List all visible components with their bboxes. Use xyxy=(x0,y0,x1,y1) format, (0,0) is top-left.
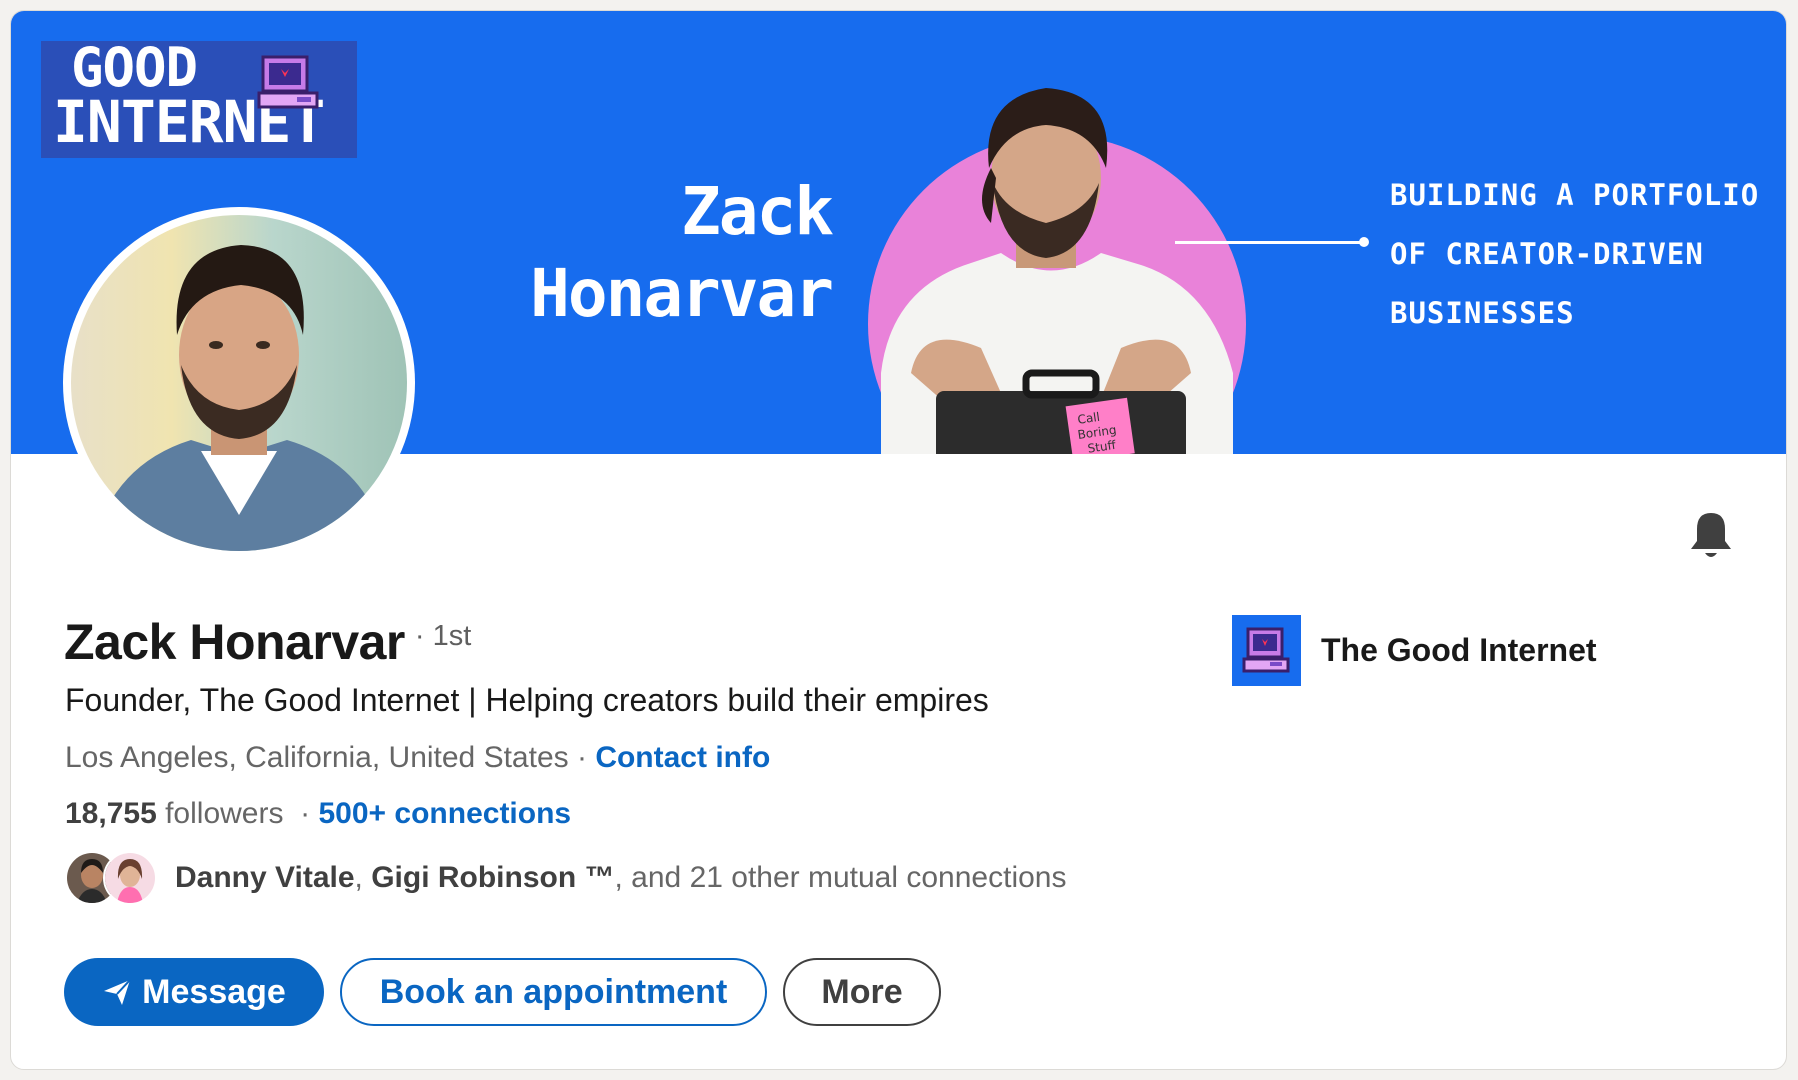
banner-person-photo: Call Boring Stuff xyxy=(881,88,1233,454)
svg-text:Stuff: Stuff xyxy=(1087,438,1118,454)
avatar-photo xyxy=(91,245,387,551)
book-appointment-button[interactable]: Book an appointment xyxy=(340,958,767,1026)
followers-count: 18,755 xyxy=(65,797,157,830)
message-button[interactable]: Message xyxy=(64,958,324,1026)
more-button-label: More xyxy=(821,972,903,1011)
banner-pointer-line xyxy=(1175,241,1365,244)
mutual-name-2[interactable]: Gigi Robinson ™ xyxy=(371,861,614,894)
contact-info-link[interactable]: Contact info xyxy=(595,741,770,774)
connection-degree: · 1st xyxy=(414,620,472,652)
separator: · xyxy=(568,741,596,774)
computer-icon xyxy=(257,55,319,109)
computer-icon xyxy=(1242,627,1290,673)
followers-row: 18,755 followers · 500+ connections xyxy=(65,797,572,830)
connections-link[interactable]: 500+ connections xyxy=(319,797,572,830)
profile-location: Los Angeles, California, United States xyxy=(65,741,569,774)
action-buttons: Message Book an appointment More xyxy=(64,958,941,1026)
book-appointment-label: Book an appointment xyxy=(379,972,728,1011)
mutual-connections-row[interactable]: Danny Vitale, Gigi Robinson ™, and 21 ot… xyxy=(65,851,1066,905)
banner-logo: GOOD INTERNET xyxy=(41,41,357,158)
mutual-avatar-2 xyxy=(103,851,157,905)
profile-name-row: Zack Honarvar · 1st xyxy=(64,613,471,671)
mutual-rest: , and 21 other mutual connections xyxy=(614,861,1067,894)
profile-avatar[interactable] xyxy=(63,207,415,559)
followers-label: followers xyxy=(156,797,284,830)
more-button[interactable]: More xyxy=(783,958,941,1026)
profile-headline: Founder, The Good Internet | Helping cre… xyxy=(65,682,989,718)
bell-icon[interactable] xyxy=(1687,509,1735,561)
profile-name: Zack Honarvar xyxy=(64,614,405,670)
banner-name: Zack Honarvar xyxy=(530,173,834,332)
mutual-name-1[interactable]: Danny Vitale xyxy=(175,861,355,894)
location-row: Los Angeles, California, United States ·… xyxy=(65,741,770,775)
company-name[interactable]: The Good Internet xyxy=(1321,632,1597,669)
current-company[interactable]: The Good Internet xyxy=(1232,615,1597,686)
message-button-label: Message xyxy=(142,972,286,1011)
banner-pointer-dot xyxy=(1359,237,1369,247)
send-icon xyxy=(104,979,131,1005)
company-logo xyxy=(1232,615,1301,686)
profile-card: GOOD INTERNET Zack Honarvar Call Boring … xyxy=(10,10,1787,1070)
mutual-connections-text: Danny Vitale, Gigi Robinson ™, and 21 ot… xyxy=(175,861,1067,894)
banner-tagline: BUILDING A PORTFOLIO OF CREATOR-DRIVEN B… xyxy=(1390,178,1760,330)
